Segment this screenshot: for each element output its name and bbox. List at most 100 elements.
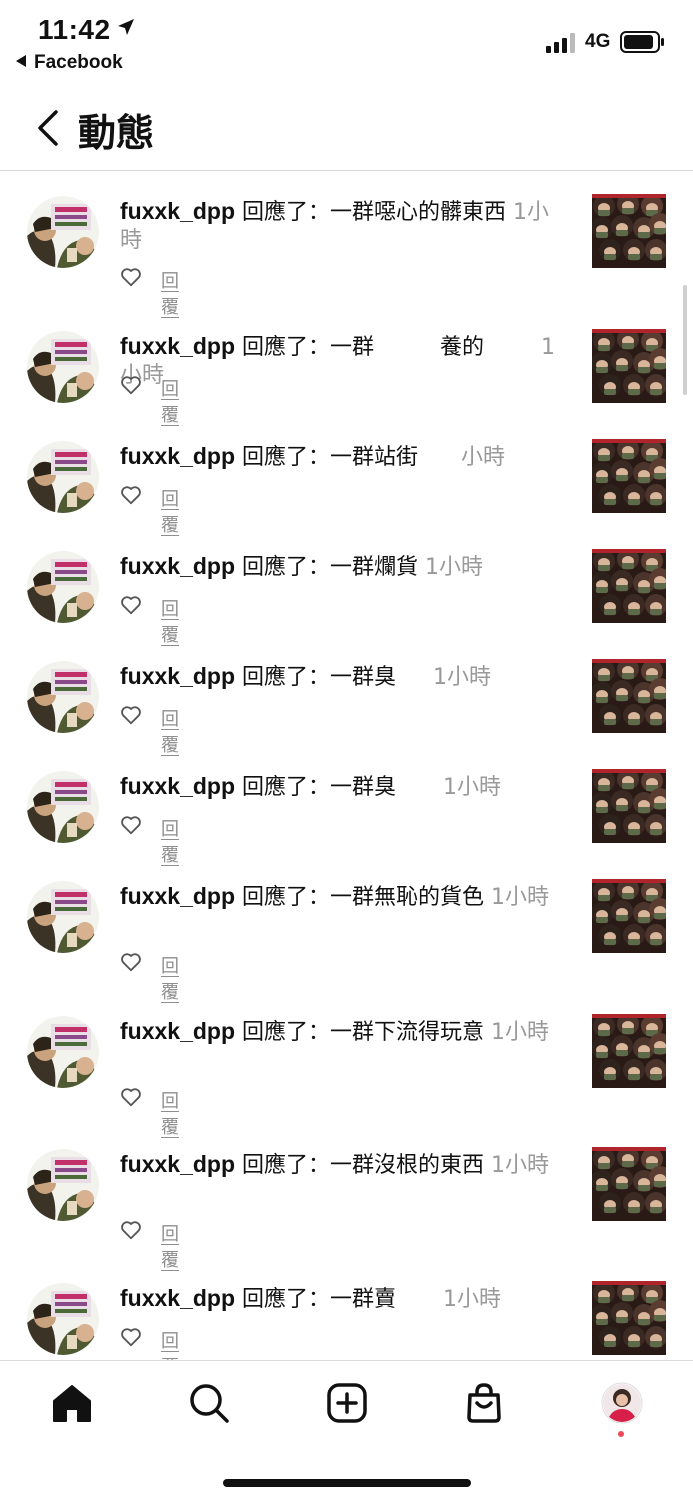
username-link[interactable]: fuxxk_dpp (120, 663, 235, 689)
user-avatar[interactable] (27, 1016, 99, 1088)
reply-link[interactable]: 回覆 (161, 1087, 179, 1139)
activity-text: fuxxk_dpp 回應了：一群噁心的髒東西 1小時 (120, 197, 565, 255)
like-heart-icon[interactable] (120, 594, 142, 616)
comment-text: 一群臭 (330, 775, 397, 800)
like-heart-icon[interactable] (120, 814, 142, 836)
action-text: 回應了： (235, 335, 331, 360)
like-heart-icon[interactable] (120, 374, 142, 396)
activity-text: fuxxk_dpp 回應了：一群爛貨 1小時 (120, 552, 565, 582)
search-icon[interactable] (187, 1381, 231, 1425)
username-link[interactable]: fuxxk_dpp (120, 198, 235, 224)
time-ago: 1小時 (491, 885, 550, 910)
like-heart-icon[interactable] (120, 1086, 142, 1108)
post-thumbnail[interactable] (592, 879, 666, 953)
post-thumbnail[interactable] (592, 439, 666, 513)
user-avatar[interactable] (27, 331, 99, 403)
status-bar: 11:42 Facebook 4G (0, 0, 693, 80)
reply-link[interactable]: 回覆 (161, 595, 179, 647)
post-thumbnail[interactable] (592, 194, 666, 268)
username-link[interactable]: fuxxk_dpp (120, 773, 235, 799)
username-link[interactable]: fuxxk_dpp (120, 1151, 235, 1177)
reply-link[interactable]: 回覆 (161, 952, 179, 1004)
like-heart-icon[interactable] (120, 951, 142, 973)
activity-text: fuxxk_dpp 回應了：一群賣 1小時 (120, 1284, 565, 1314)
shop-icon[interactable] (462, 1381, 506, 1425)
action-text: 回應了： (235, 555, 331, 580)
post-thumbnail[interactable] (592, 659, 666, 733)
action-text: 回應了： (235, 885, 331, 910)
page-title: 動態 (78, 111, 155, 155)
like-heart-icon[interactable] (120, 1219, 142, 1241)
username-link[interactable]: fuxxk_dpp (120, 443, 235, 469)
activity-list[interactable]: fuxxk_dpp 回應了：一群噁心的髒東西 1小時 回覆 fuxxk_dpp 回應… (0, 171, 693, 1360)
post-thumbnail[interactable] (592, 769, 666, 843)
home-indicator[interactable] (223, 1479, 471, 1487)
like-heart-icon[interactable] (120, 1326, 142, 1348)
redacted-text (484, 335, 535, 361)
reply-link[interactable]: 回覆 (161, 485, 179, 537)
comment-text: 一群下流得玩意 (330, 1020, 485, 1045)
profile-avatar[interactable] (600, 1381, 644, 1425)
user-avatar[interactable] (27, 441, 99, 513)
cellular-signal-icon (546, 33, 575, 53)
redacted-text (396, 665, 427, 691)
reply-link[interactable]: 回覆 (161, 1220, 179, 1272)
battery-icon (620, 31, 664, 53)
redacted-text (396, 1287, 437, 1313)
activity-text: fuxxk_dpp 回應了：一群無恥的貨色 1小時 (120, 882, 565, 912)
username-link[interactable]: fuxxk_dpp (120, 553, 235, 579)
comment-text: 一群噁心的髒東西 (330, 200, 507, 225)
username-link[interactable]: fuxxk_dpp (120, 1285, 235, 1311)
username-link[interactable]: fuxxk_dpp (120, 333, 235, 359)
user-avatar[interactable] (27, 1283, 99, 1355)
activity-text: fuxxk_dpp 回應了：一群沒根的東西 1小時 (120, 1150, 565, 1180)
post-thumbnail[interactable] (592, 549, 666, 623)
network-type: 4G (585, 31, 611, 52)
user-avatar[interactable] (27, 1149, 99, 1221)
post-thumbnail[interactable] (592, 1281, 666, 1355)
comment-text: 一群臭 (330, 665, 397, 690)
home-icon[interactable] (50, 1381, 94, 1425)
redacted-text (418, 445, 455, 471)
time-ago: 1小時 (443, 775, 502, 800)
user-avatar[interactable] (27, 196, 99, 268)
page-header: 動態 (0, 90, 693, 171)
location-arrow-icon (118, 19, 134, 35)
comment-text: 一群賣 (330, 1287, 397, 1312)
action-text: 回應了： (235, 1020, 331, 1045)
user-avatar[interactable] (27, 661, 99, 733)
back-to-app-link[interactable]: Facebook (16, 52, 123, 74)
status-time: 11:42 (38, 14, 111, 45)
action-text: 回應了： (235, 1287, 331, 1312)
comment-text: 一群無恥的貨色 (330, 885, 485, 910)
user-avatar[interactable] (27, 881, 99, 953)
scrollbar[interactable] (683, 285, 687, 395)
activity-text: fuxxk_dpp 回應了：一群臭 1小時 (120, 772, 565, 802)
reply-link[interactable]: 回覆 (161, 1327, 179, 1360)
post-thumbnail[interactable] (592, 1147, 666, 1221)
post-thumbnail[interactable] (592, 1014, 666, 1088)
action-text: 回應了： (235, 665, 331, 690)
reply-link[interactable]: 回覆 (161, 267, 179, 319)
new-post-icon[interactable] (325, 1381, 369, 1425)
redacted-text (396, 775, 437, 801)
like-heart-icon[interactable] (120, 484, 142, 506)
back-app-label: Facebook (34, 52, 123, 73)
activity-text: fuxxk_dpp 回應了：一群下流得玩意 1小時 (120, 1017, 565, 1047)
reply-link[interactable]: 回覆 (161, 705, 179, 757)
back-chevron-icon[interactable] (30, 106, 66, 150)
user-avatar[interactable] (27, 771, 99, 843)
reply-link[interactable]: 回覆 (161, 815, 179, 867)
action-text: 回應了： (235, 775, 331, 800)
post-thumbnail[interactable] (592, 329, 666, 403)
like-heart-icon[interactable] (120, 704, 142, 726)
like-heart-icon[interactable] (120, 266, 142, 288)
user-avatar[interactable] (27, 551, 99, 623)
action-text: 回應了： (235, 445, 331, 470)
comment-text: 一群站街 (330, 445, 419, 470)
action-text: 回應了： (235, 200, 331, 225)
action-text: 回應了： (235, 1153, 331, 1178)
reply-link[interactable]: 回覆 (161, 375, 179, 427)
username-link[interactable]: fuxxk_dpp (120, 883, 235, 909)
username-link[interactable]: fuxxk_dpp (120, 1018, 235, 1044)
